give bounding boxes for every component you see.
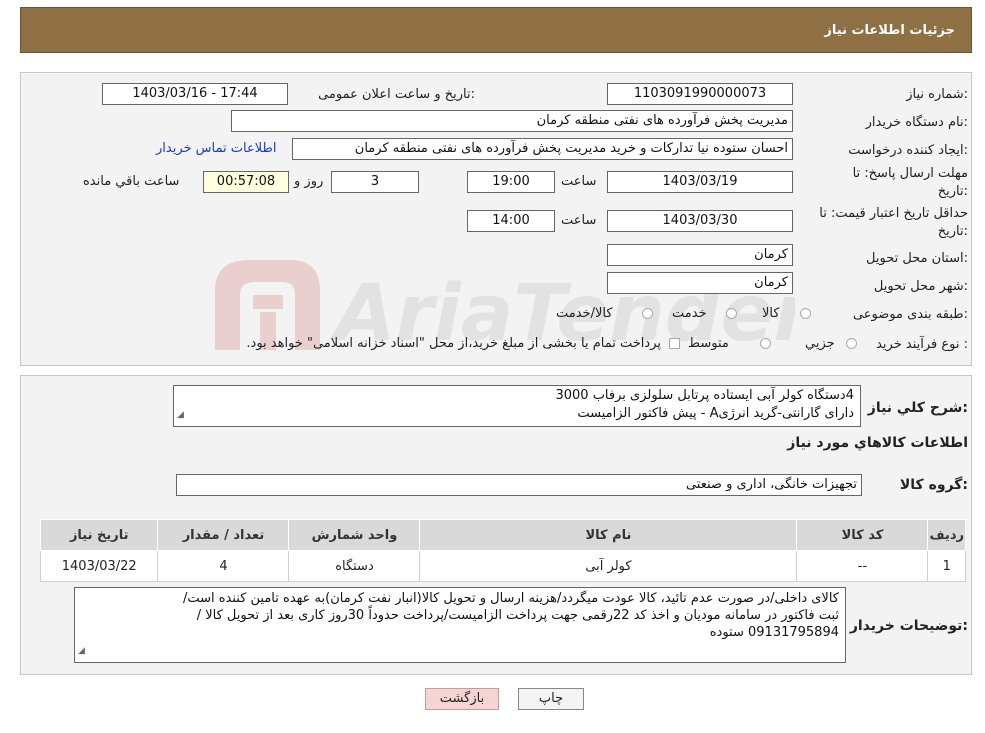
days-and-label: روز و [294, 174, 324, 189]
category-option-goods: کالا [762, 306, 780, 321]
need-number-label: شماره نیاز: [906, 87, 968, 102]
purchase-radio-minor[interactable] [846, 338, 857, 349]
validity-time-label: ساعت [561, 213, 597, 228]
general-desc-label: شرح کلي نياز: [867, 400, 968, 416]
goods-info-heading: اطلاعات کالاهاي مورد نياز [787, 435, 968, 451]
category-label: طبقه بندی موضوعی: [852, 307, 968, 322]
deadline-date-field: 1403/03/19 [607, 171, 793, 193]
buyer-org-label: نام دستگاه خریدار: [865, 115, 968, 130]
category-radio-service[interactable] [726, 308, 737, 319]
col-goods-code: کد کالا [796, 519, 929, 551]
cell-row: 1 [927, 550, 966, 582]
deadline-label-line2: تاریخ: [937, 184, 968, 199]
days-field: 3 [331, 171, 419, 193]
city-label: شهر محل تحویل: [873, 279, 968, 294]
general-desc-textarea[interactable]: 4دستگاه کولر آبی ایستاده پرتابل سلولزی ب… [173, 385, 861, 427]
requester-label: ایجاد کننده درخواست: [848, 143, 968, 158]
category-option-service: خدمت [672, 306, 707, 321]
announce-datetime-label: تاریخ و ساعت اعلان عمومی: [318, 87, 475, 102]
purchase-radio-medium[interactable] [760, 338, 771, 349]
general-desc-line2: دارای گارانتی-گرید انرژیA - پیش فاکتور ا… [577, 406, 854, 421]
validity-time-field: 14:00 [467, 210, 555, 232]
general-desc-line1: 4دستگاه کولر آبی ایستاده پرتابل سلولزی ب… [555, 388, 854, 403]
buyer-notes-textarea[interactable]: کالای داخلی/در صورت عدم تائید، کالا عودت… [74, 587, 846, 663]
cell-need-date: 1403/03/22 [39, 550, 159, 582]
purchase-type-label: نوع فرآیند خرید : [876, 337, 968, 352]
buyer-notes-line1: کالای داخلی/در صورت عدم تائید، کالا عودت… [182, 591, 839, 606]
buyer-notes-line3: 09131795894 ستوده [709, 625, 839, 640]
goods-table-header: ردیف کد کالا نام کالا واحد شمارش تعداد /… [39, 519, 966, 551]
back-button[interactable]: بازگشت [425, 688, 499, 710]
buyer-contact-link[interactable]: اطلاعات تماس خریدار [156, 141, 276, 156]
deadline-time-label: ساعت [561, 174, 597, 189]
cell-quantity: 4 [157, 550, 290, 582]
announce-datetime-field: 1403/03/16 - 17:44 [102, 83, 288, 105]
table-row: 1 -- کولر آبی دستگاه 4 1403/03/22 [39, 550, 966, 582]
col-goods-name: نام کالا [419, 519, 798, 551]
goods-group-label: گروه کالا: [899, 477, 968, 493]
remaining-label: ساعت باقي مانده [83, 174, 180, 189]
validity-date-field: 1403/03/30 [607, 210, 793, 232]
purchase-option-medium: متوسط [688, 336, 729, 351]
category-option-goods-service: کالا/خدمت [556, 306, 613, 321]
cell-goods-code: -- [796, 550, 929, 582]
col-unit: واحد شمارش [288, 519, 421, 551]
province-field: کرمان [607, 244, 793, 266]
print-button[interactable]: چاپ [518, 688, 584, 710]
countdown-field: 00:57:08 [203, 171, 289, 193]
col-need-date: تاریخ نیاز [39, 519, 159, 551]
cell-goods-name: کولر آبی [419, 550, 798, 582]
col-quantity: تعداد / مقدار [157, 519, 290, 551]
page-header: جزئیات اطلاعات نیاز [20, 7, 972, 53]
treasury-note: پرداخت تمام یا بخشی از مبلغ خرید،از محل … [246, 336, 661, 351]
goods-group-field: تجهیزات خانگی، اداری و صنعتی [176, 474, 862, 496]
need-number-field: 1103091990000073 [607, 83, 793, 105]
page-title: جزئیات اطلاعات نیاز [824, 23, 955, 38]
buyer-notes-label: توضیحات خریدار: [849, 618, 968, 634]
category-radio-goods-service[interactable] [642, 308, 653, 319]
buyer-org-field: مدیریت پخش فرآورده های نفتی منطقه کرمان [231, 110, 793, 132]
category-radio-goods[interactable] [800, 308, 811, 319]
deadline-label-line1: مهلت ارسال پاسخ: تا [852, 166, 968, 181]
resize-grip-icon[interactable]: ◢ [78, 643, 85, 660]
cell-unit: دستگاه [288, 550, 421, 582]
col-row: ردیف [927, 519, 966, 551]
purchase-option-minor: جزيي [805, 336, 835, 351]
validity-label-line2: تاریخ: [937, 224, 968, 239]
goods-table: ردیف کد کالا نام کالا واحد شمارش تعداد /… [39, 519, 966, 582]
resize-grip-icon[interactable]: ◢ [177, 406, 184, 424]
province-label: استان محل تحویل: [866, 251, 968, 266]
treasury-checkbox[interactable] [669, 338, 680, 349]
validity-label-line1: حداقل تاریخ اعتبار قیمت: تا [819, 206, 968, 221]
city-field: کرمان [607, 272, 793, 294]
deadline-time-field: 19:00 [467, 171, 555, 193]
buyer-notes-line2: ثبت فاکتور در سامانه مودیان و اخذ کد 22ر… [196, 608, 839, 623]
requester-field: احسان ستوده نیا تدارکات و خرید مدیریت پخ… [292, 138, 793, 160]
